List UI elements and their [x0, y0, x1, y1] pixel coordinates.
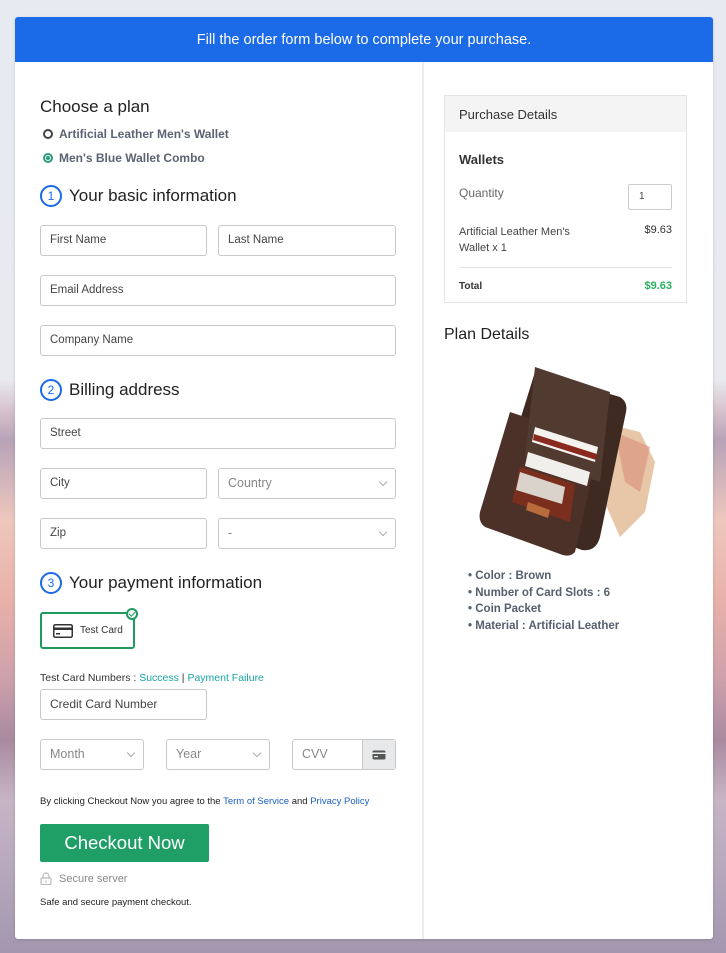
- total-value: $9.63: [644, 280, 672, 292]
- feature-item: Coin Packet: [468, 601, 619, 618]
- feature-item: Color : Brown: [468, 568, 619, 585]
- expiry-month-select[interactable]: Month: [40, 739, 144, 770]
- line-item-name: Artificial Leather Men's Wallet x 1: [459, 226, 570, 254]
- section-billing: 2 Billing address: [40, 379, 180, 401]
- terms-of-service-link[interactable]: Term of Service: [223, 796, 289, 807]
- step-number-badge: 2: [40, 379, 62, 401]
- cvv-help-button[interactable]: [362, 740, 395, 769]
- agreement-prefix: By clicking Checkout Now you agree to th…: [40, 796, 224, 807]
- secure-server-note: Secure server: [40, 872, 127, 885]
- chevron-down-icon: [126, 748, 136, 758]
- feature-item: Material : Artificial Leather: [468, 618, 619, 635]
- state-select-value: -: [228, 526, 233, 540]
- safe-checkout-text: Safe and secure payment checkout.: [40, 897, 192, 908]
- plan-option-leather-wallet[interactable]: Artificial Leather Men's Wallet: [43, 127, 229, 141]
- test-card-method-button[interactable]: Test Card: [40, 608, 138, 649]
- chevron-down-icon: [378, 527, 388, 537]
- plan-option-blue-combo[interactable]: Men's Blue Wallet Combo: [43, 151, 205, 165]
- credit-card-number-input[interactable]: Credit Card Number: [40, 689, 207, 720]
- summary-column: Purchase Details Wallets Quantity 1 Arti…: [424, 62, 713, 939]
- test-card-numbers-label: Test Card Numbers :: [40, 672, 140, 684]
- lock-icon: [40, 872, 52, 885]
- step-number-badge: 1: [40, 185, 62, 207]
- country-select[interactable]: Country: [218, 468, 396, 499]
- radio-selected-icon[interactable]: [43, 153, 53, 163]
- last-name-input[interactable]: Last Name: [218, 225, 396, 256]
- choose-plan-heading: Choose a plan: [40, 97, 150, 116]
- quantity-input[interactable]: 1: [628, 184, 672, 210]
- line-item-price: $9.63: [644, 224, 672, 236]
- divider: [459, 267, 672, 268]
- test-card-numbers: Test Card Numbers : Success | Payment Fa…: [40, 672, 264, 684]
- order-form-card: Fill the order form below to complete yo…: [15, 17, 713, 939]
- feature-item: Number of Card Slots : 6: [468, 585, 619, 602]
- chevron-down-icon: [378, 477, 388, 487]
- wallet-product-image: [479, 367, 655, 556]
- total-label: Total: [459, 281, 483, 292]
- banner: Fill the order form below to complete yo…: [15, 17, 713, 62]
- step-number-badge: 3: [40, 572, 62, 594]
- zip-input[interactable]: Zip: [40, 518, 207, 549]
- payment-failure-link[interactable]: Payment Failure: [187, 672, 263, 684]
- section-title: Your basic information: [69, 186, 237, 205]
- radio-unselected-icon[interactable]: [43, 129, 53, 139]
- cvv-placeholder: CVV: [302, 747, 328, 761]
- success-link[interactable]: Success: [139, 672, 179, 684]
- month-select-value: Month: [50, 747, 85, 761]
- company-name-input[interactable]: Company Name: [40, 325, 396, 356]
- selected-check-icon: [126, 608, 138, 620]
- quantity-label: Quantity: [459, 186, 504, 200]
- state-select[interactable]: -: [218, 518, 396, 549]
- cvv-input[interactable]: CVV: [292, 739, 396, 770]
- test-card-label: Test Card: [80, 625, 123, 636]
- secure-server-label: Secure server: [59, 872, 128, 885]
- purchase-details-box: Purchase Details Wallets Quantity 1 Arti…: [444, 95, 687, 303]
- purchase-details-heading: Purchase Details: [445, 96, 686, 132]
- form-column: Choose a plan Artificial Leather Men's W…: [15, 62, 422, 939]
- plan-features-list: Color : Brown Number of Card Slots : 6 C…: [468, 568, 619, 634]
- section-title: Billing address: [69, 380, 180, 399]
- credit-card-icon: [372, 750, 386, 759]
- section-basic-info: 1 Your basic information: [40, 185, 237, 207]
- city-input[interactable]: City: [40, 468, 207, 499]
- privacy-policy-link[interactable]: Privacy Policy: [310, 796, 369, 807]
- street-input[interactable]: Street: [40, 418, 396, 449]
- plan-option-label: Men's Blue Wallet Combo: [59, 151, 205, 165]
- agreement-and: and: [289, 796, 311, 807]
- credit-card-icon: [53, 623, 73, 638]
- chevron-down-icon: [252, 748, 262, 758]
- section-payment: 3 Your payment information: [40, 572, 262, 594]
- year-select-value: Year: [176, 747, 202, 761]
- plan-option-label: Artificial Leather Men's Wallet: [59, 127, 229, 141]
- product-title: Wallets: [459, 152, 505, 167]
- checkout-now-button[interactable]: Checkout Now: [40, 824, 209, 862]
- first-name-input[interactable]: First Name: [40, 225, 207, 256]
- expiry-year-select[interactable]: Year: [166, 739, 270, 770]
- email-input[interactable]: Email Address: [40, 275, 396, 306]
- section-title: Your payment information: [69, 573, 263, 592]
- agreement-text: By clicking Checkout Now you agree to th…: [40, 796, 369, 807]
- country-select-value: Country: [228, 476, 272, 490]
- plan-details-heading: Plan Details: [444, 326, 530, 343]
